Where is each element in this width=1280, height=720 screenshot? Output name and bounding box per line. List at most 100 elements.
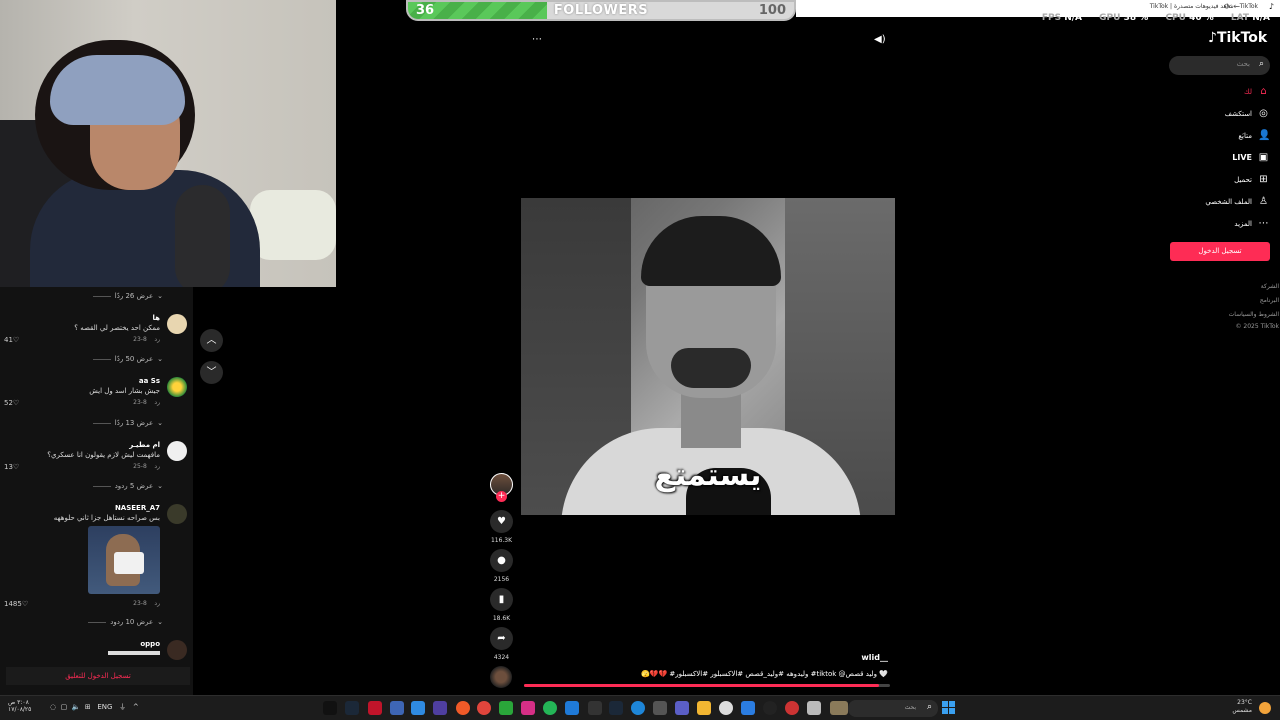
avatar[interactable] (167, 504, 187, 524)
search-icon[interactable]: ⌕ (1259, 59, 1264, 69)
comment-button[interactable]: ● (490, 549, 513, 572)
comment-username[interactable]: ها (153, 314, 160, 322)
comment-icon: ● (497, 555, 506, 566)
app-icon[interactable] (719, 701, 733, 715)
footer-terms-link[interactable]: الشروط والسياسات (1229, 311, 1279, 318)
app-icon[interactable] (368, 701, 382, 715)
tray-expand-icon[interactable]: ^ (133, 703, 139, 711)
more-icon: ⋯ (1258, 218, 1269, 229)
teams-icon[interactable] (675, 701, 689, 715)
save-button[interactable]: ▮ (490, 588, 513, 611)
system-tray: ◌ ▢ 🔈 ⊞ ENG ⏚ ^ (50, 702, 139, 712)
follow-plus-icon[interactable]: + (496, 491, 507, 502)
app-icon[interactable] (565, 701, 579, 715)
share-button[interactable]: ➦ (490, 627, 513, 650)
reply-button[interactable]: رد (154, 600, 160, 607)
app-icon[interactable] (807, 701, 821, 715)
comment-text-truncated (108, 651, 160, 655)
avatar[interactable] (167, 441, 187, 461)
app-icon[interactable] (763, 701, 777, 715)
nav-for-you[interactable]: لك ⌂ (1244, 86, 1269, 97)
avatar[interactable] (167, 314, 187, 334)
comment-like-button[interactable]: 13♡ (4, 463, 19, 471)
comment-username[interactable]: ام مطيـر (129, 441, 160, 449)
reply-button[interactable]: رد (154, 463, 160, 470)
avatar[interactable] (167, 640, 187, 660)
app-icon[interactable] (785, 701, 799, 715)
comment-like-button[interactable]: 52♡ (4, 399, 19, 407)
app-icon[interactable] (588, 701, 602, 715)
search-placeholder: بحث (1236, 60, 1250, 68)
language-indicator[interactable]: ENG (97, 703, 112, 711)
nav-more[interactable]: المزيد ⋯ (1234, 218, 1269, 229)
chrome-icon[interactable] (477, 701, 491, 715)
settings-app-icon[interactable] (390, 701, 404, 715)
speaker-icon[interactable]: 🔈 (72, 703, 81, 711)
whatsapp-icon[interactable] (543, 701, 557, 715)
chevron-up-icon: ︿ (206, 335, 217, 346)
music-disc-icon[interactable] (490, 666, 512, 688)
app-icon[interactable] (741, 701, 755, 715)
comment-like-button[interactable]: 1485♡ (4, 600, 28, 608)
nav-profile[interactable]: الملف الشخصي ♙ (1205, 196, 1269, 207)
app-icon[interactable] (433, 701, 447, 715)
like-button[interactable]: ♥ (490, 510, 513, 533)
nav-explore[interactable]: استكشف ◎ (1225, 108, 1269, 119)
footer-company-link[interactable]: الشركة (1261, 283, 1279, 290)
reply-button[interactable]: رد (154, 336, 160, 343)
bookmark-icon: ▮ (498, 594, 505, 605)
view-replies-button[interactable]: عرض 13 ردًا ⌄ (92, 419, 163, 427)
login-button[interactable]: تسجيل الدخول (1170, 242, 1270, 261)
following-icon: 👤 (1258, 130, 1271, 141)
comment-image[interactable] (88, 526, 160, 594)
edge-icon[interactable] (631, 701, 645, 715)
tiktok-app-icon[interactable] (323, 701, 337, 715)
network-icon[interactable]: ⊞ (85, 703, 91, 711)
system-clock[interactable]: ٣:٠٨ ص ١٧/٠٨/٢٥ (8, 699, 31, 713)
start-button[interactable] (942, 701, 956, 715)
view-replies-button[interactable]: عرض 10 ردود ⌄ (88, 618, 163, 626)
brave-browser-icon[interactable] (456, 701, 470, 715)
next-video-button[interactable]: ﹀ (200, 361, 223, 384)
video-author[interactable]: wlid__ (861, 653, 888, 662)
search-input[interactable]: بحث ⌕ (1169, 56, 1270, 75)
nav-following[interactable]: متابَع 👤 (1238, 130, 1271, 141)
chevron-down-icon: ﹀ (206, 367, 217, 378)
display-icon[interactable]: ▢ (61, 703, 68, 711)
volume-icon[interactable]: ◀) (874, 34, 886, 45)
video-progress-bar[interactable] (524, 684, 890, 687)
previous-video-button[interactable]: ︿ (200, 329, 223, 352)
comment-username[interactable]: NASEER_A7 (115, 504, 160, 512)
comment-username[interactable]: aa Ss (139, 377, 160, 385)
footer-program-link[interactable]: البرنامج (1260, 297, 1279, 304)
app-icon[interactable] (411, 701, 425, 715)
steam-app-icon[interactable] (609, 701, 623, 715)
nav-live[interactable]: LIVE ▣ (1232, 152, 1269, 163)
avatar[interactable] (167, 377, 187, 397)
chat-icon[interactable]: ◌ (50, 703, 56, 711)
nav-upload[interactable]: تحميل ⊞ (1234, 174, 1269, 185)
usb-icon[interactable]: ⏚ (119, 703, 126, 711)
file-explorer-icon[interactable] (697, 701, 711, 715)
steam-app-icon[interactable] (345, 701, 359, 715)
xbox-icon[interactable] (499, 701, 513, 715)
app-icon[interactable] (653, 701, 667, 715)
instagram-icon[interactable] (521, 701, 535, 715)
comment-username[interactable]: oppo (140, 640, 160, 648)
reply-button[interactable]: رد (154, 399, 160, 406)
window-title: TikTok | شاهد فيديوهات متصدرة - TikTok (1149, 3, 1258, 10)
taskbar-search-input[interactable]: بحث ⌕ (848, 700, 938, 717)
view-replies-button[interactable]: عرض 50 ردًا ⌄ (92, 355, 163, 363)
view-replies-button[interactable]: عرض 26 ردًا ⌄ (92, 292, 163, 300)
tiktok-logo[interactable]: ♪TikTok (1208, 30, 1267, 46)
tiktok-note-icon: ♪ (1208, 30, 1217, 46)
weather-widget[interactable]: 23°C مشمس (1232, 699, 1252, 715)
more-options-icon[interactable]: ⋯ (532, 34, 542, 45)
video-subtitle: يستمتع (654, 458, 762, 493)
login-to-comment-button[interactable]: تسجيل الدخول للتعليق (6, 667, 190, 685)
comments-panel: عرض 26 ردًا ⌄ ها ممكن احد يختصر لي القصه … (0, 287, 193, 695)
comment-like-button[interactable]: 41♡ (4, 336, 19, 344)
view-replies-button[interactable]: عرض 5 ردود ⌄ (92, 482, 163, 490)
app-icon[interactable] (830, 701, 848, 715)
performance-stats: FPS N/A GPU 38 % CPU 40 % LAT N/A (1041, 13, 1270, 23)
